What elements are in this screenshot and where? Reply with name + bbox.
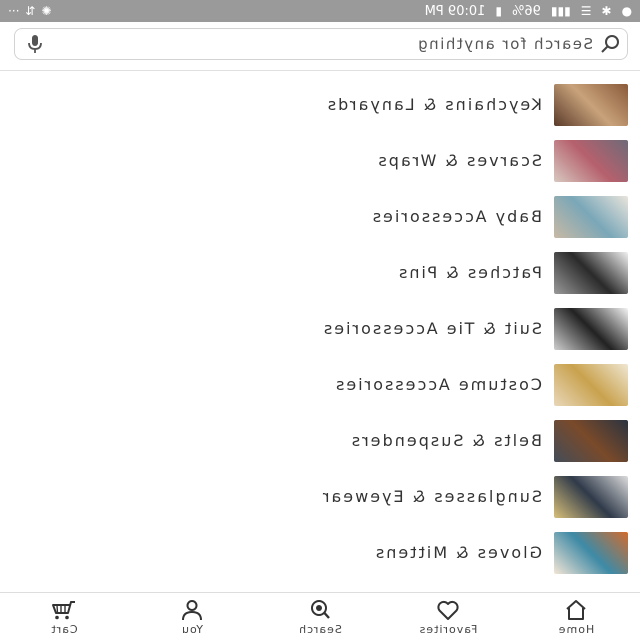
search-icon	[593, 28, 627, 60]
status-bar: ● ✱ ☰ ▮▮▮ 96% ▮ 10:09 PM ✺ ⇅ ···	[0, 0, 640, 22]
category-label: Scarves & Wraps	[376, 151, 542, 170]
nav-favorites-label: Favorites	[418, 623, 478, 636]
heart-icon	[436, 598, 460, 622]
search-input[interactable]: Search for anything	[14, 28, 628, 60]
status-time: 10:09 PM	[424, 3, 486, 19]
search-placeholder: Search for anything	[416, 35, 593, 53]
cart-icon	[51, 598, 77, 622]
nav-you-label: You	[181, 623, 203, 636]
category-label: Gloves & Mittens	[373, 543, 542, 562]
status-bar-left: ● ✱ ☰ ▮▮▮ 96% ▮ 10:09 PM	[425, 3, 632, 19]
fan-icon: ✺	[41, 4, 52, 18]
list-item[interactable]: Patches & Pins	[0, 246, 640, 302]
list-item[interactable]: Scarves & Wraps	[0, 134, 640, 190]
battery-icon: ▮	[495, 4, 502, 18]
nav-favorites[interactable]: Favorites	[384, 593, 512, 641]
user-icon	[180, 598, 204, 622]
bluetooth-icon: ✱	[601, 4, 612, 18]
wifi-icon: ☰	[580, 4, 592, 18]
category-thumbnail	[554, 140, 628, 182]
location-icon: ●	[621, 4, 632, 18]
category-thumbnail	[554, 532, 628, 574]
category-thumbnail	[554, 84, 628, 126]
category-thumbnail	[554, 308, 628, 350]
bottom-navigation: Home Favorites Search You Cart	[0, 592, 640, 641]
category-label: Sunglasses & Eyewear	[320, 487, 542, 506]
nav-you[interactable]: You	[128, 593, 256, 641]
list-item[interactable]: Suit & Tie Accessories	[0, 302, 640, 358]
list-item[interactable]: Baby Accessories	[0, 190, 640, 246]
category-label: Patches & Pins	[397, 263, 542, 282]
list-item[interactable]: Keychains & Lanyards	[0, 78, 640, 134]
list-item[interactable]: Belts & Suspenders	[0, 414, 640, 470]
microphone-icon[interactable]	[15, 28, 55, 60]
list-item[interactable]: Gloves & Mittens	[0, 526, 640, 582]
search-bar: Search for anything	[0, 22, 640, 71]
category-label: Keychains & Lanyards	[325, 95, 542, 114]
nav-search[interactable]: Search	[256, 593, 384, 641]
category-thumbnail	[554, 252, 628, 294]
app-screen: ● ✱ ☰ ▮▮▮ 96% ▮ 10:09 PM ✺ ⇅ ··· Search …	[0, 0, 640, 641]
category-thumbnail	[554, 420, 628, 462]
more-icon: ···	[8, 4, 20, 18]
nav-home-label: Home	[557, 623, 595, 636]
category-thumbnail	[554, 364, 628, 406]
nav-search-label: Search	[298, 623, 342, 636]
category-thumbnail	[554, 476, 628, 518]
sync-icon: ⇅	[25, 4, 36, 18]
category-thumbnail	[554, 196, 628, 238]
battery-percentage: 96%	[511, 3, 541, 19]
category-label: Belts & Suspenders	[349, 431, 542, 450]
nav-cart[interactable]: Cart	[0, 593, 128, 641]
search-icon	[308, 598, 332, 622]
status-bar-right: ✺ ⇅ ···	[8, 3, 52, 19]
nav-cart-label: Cart	[50, 623, 78, 636]
category-label: Suit & Tie Accessories	[321, 319, 542, 338]
category-label: Costume Accessories	[334, 375, 542, 394]
home-icon	[564, 598, 588, 622]
category-label: Baby Accessories	[370, 207, 542, 226]
list-item[interactable]: Sunglasses & Eyewear	[0, 470, 640, 526]
signal-icon: ▮▮▮	[550, 4, 571, 18]
list-item[interactable]: Costume Accessories	[0, 358, 640, 414]
nav-home[interactable]: Home	[512, 593, 640, 641]
